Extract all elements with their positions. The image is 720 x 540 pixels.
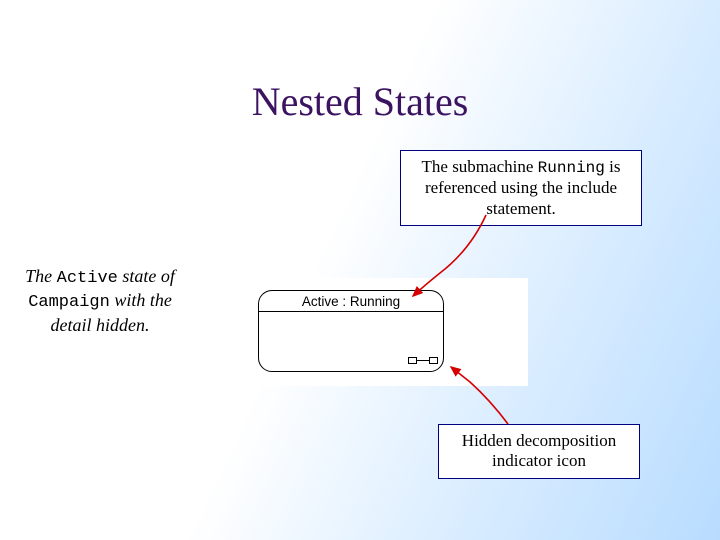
- slide-title: Nested States: [0, 78, 720, 125]
- slide: Nested States The submachine Running is …: [0, 0, 720, 540]
- uml-state: Active : Running: [258, 290, 444, 372]
- note-active-state: The Active state of Campaign with the de…: [10, 265, 190, 336]
- callout-text: The submachine: [422, 157, 538, 176]
- decomp-box-icon: [408, 357, 417, 364]
- note-code: Active: [57, 269, 118, 288]
- state-label: Active : Running: [259, 294, 443, 309]
- note-text: The: [25, 266, 57, 286]
- decomp-line-icon: [417, 360, 429, 361]
- note-text: state of: [118, 266, 175, 286]
- callout-code: Running: [538, 159, 605, 177]
- state-divider: [259, 311, 443, 312]
- decomp-box-icon: [429, 357, 438, 364]
- note-code: Campaign: [28, 293, 110, 312]
- hidden-decomposition-icon: [408, 356, 438, 366]
- callout-submachine: The submachine Running is referenced usi…: [400, 150, 642, 226]
- callout-decomposition: Hidden decomposition indicator icon: [438, 424, 640, 479]
